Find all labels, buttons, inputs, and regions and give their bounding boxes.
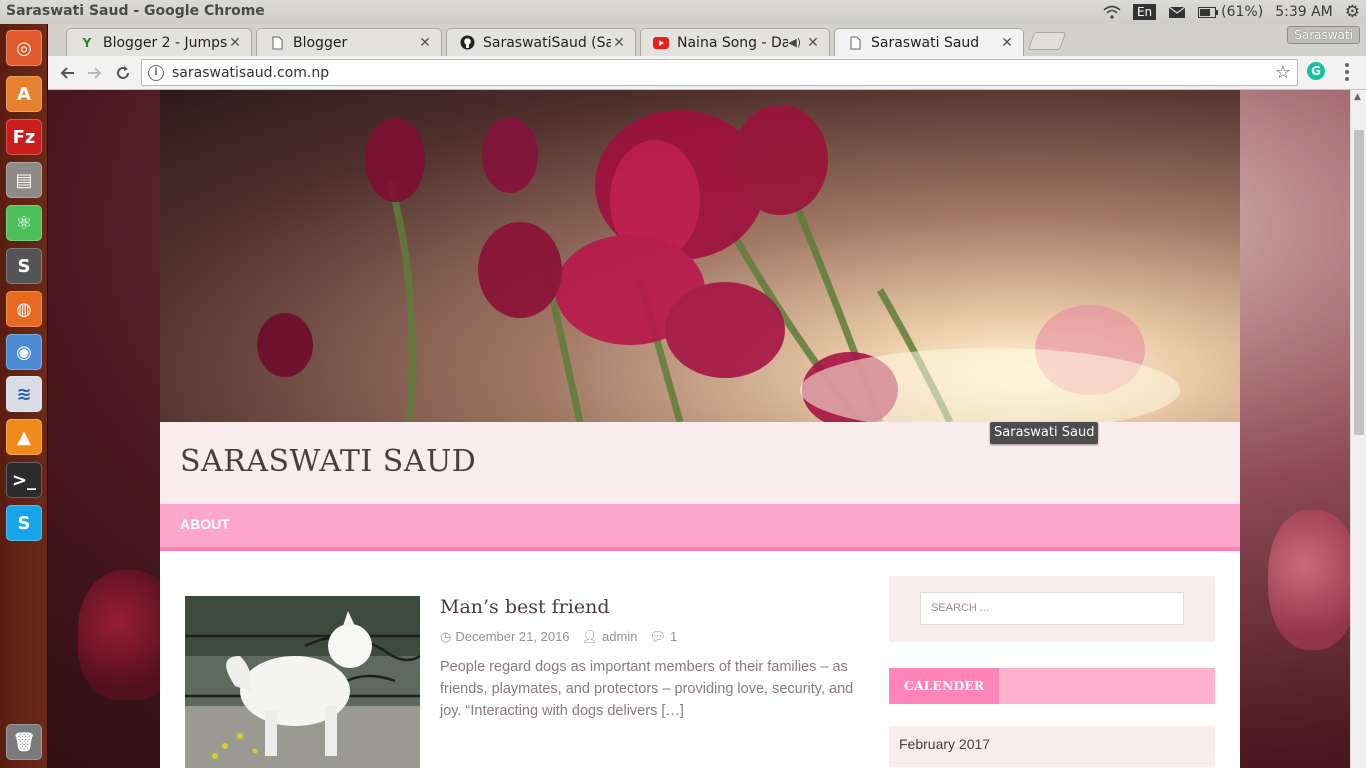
- tab-saraswati-saud[interactable]: Saraswati Saud ✕: [834, 28, 1024, 56]
- tab-label: Blogger 2 - Jumpsta: [103, 34, 227, 51]
- post-excerpt: People regard dogs as important members …: [440, 659, 854, 719]
- title-tooltip: Saraswati Saud: [990, 422, 1099, 444]
- calender-widget-header: CALENDER: [889, 668, 1215, 704]
- page-icon: [269, 35, 285, 51]
- unity-launcher: ◎ A Fz ▤ ⚛ S ◍ ◉ ≋ ▲ >_ S 🗑︎: [0, 24, 48, 768]
- mysql-workbench-icon[interactable]: ≋: [6, 376, 42, 412]
- page-scrollbar[interactable]: ▲: [1350, 90, 1366, 768]
- post-comments[interactable]: 💬︎ 1: [649, 629, 677, 645]
- bookmark-star-icon[interactable]: ☆: [1275, 62, 1291, 83]
- filezilla-icon[interactable]: Fz: [6, 119, 42, 155]
- close-icon[interactable]: ✕: [611, 35, 627, 51]
- profile-button[interactable]: Saraswati: [1287, 26, 1360, 44]
- file-manager-icon[interactable]: ▤: [6, 162, 42, 198]
- nav-about-link[interactable]: ABOUT: [180, 516, 230, 532]
- post-author[interactable]: 👤︎ admin: [582, 629, 638, 645]
- back-button[interactable]: [55, 61, 79, 85]
- keyboard-language-indicator[interactable]: En: [1132, 4, 1157, 20]
- search-input[interactable]: SEARCH ...: [920, 592, 1184, 625]
- terminal-icon[interactable]: >_: [6, 462, 42, 498]
- header-image: [160, 90, 1240, 422]
- calender-label: CALENDER: [889, 668, 1000, 704]
- system-top-bar: Saraswati Saud - Google Chrome En (61%) …: [0, 0, 1366, 24]
- post-date[interactable]: ◷ December 21, 2016: [440, 629, 570, 645]
- close-icon[interactable]: ✕: [227, 35, 243, 51]
- wifi-icon[interactable]: [1103, 5, 1121, 19]
- tab-label: Naina Song - Dan: [677, 34, 789, 51]
- background-flower-right: [1268, 510, 1350, 650]
- system-tray: En (61%) 5:39 AM ⚙: [1103, 2, 1360, 22]
- skype-icon[interactable]: S: [6, 505, 42, 541]
- battery-indicator[interactable]: (61%): [1198, 4, 1263, 20]
- search-widget: SEARCH ...: [889, 576, 1215, 642]
- youtube-icon: [653, 35, 669, 51]
- github-icon: [459, 35, 475, 51]
- close-icon[interactable]: ✕: [417, 35, 433, 51]
- archive-item-february-2017[interactable]: February 2017: [899, 736, 990, 752]
- trash-icon[interactable]: 🗑︎: [6, 724, 42, 760]
- vlc-icon[interactable]: ▲: [6, 419, 42, 455]
- sublime-text-icon[interactable]: S: [6, 248, 42, 284]
- tab-blogger-jumpstart[interactable]: Y Blogger 2 - Jumpsta ✕: [66, 28, 252, 56]
- tab-label: Blogger: [293, 34, 348, 51]
- atom-icon[interactable]: ⚛: [6, 205, 42, 241]
- close-icon[interactable]: ✕: [805, 35, 821, 51]
- forward-button[interactable]: [83, 61, 107, 85]
- close-icon[interactable]: ✕: [999, 35, 1015, 51]
- battery-icon: [1198, 6, 1219, 18]
- post-meta: ◷ December 21, 2016 👤︎ admin 💬︎ 1: [440, 629, 677, 645]
- tab-label: SaraswatiSaud (Sar: [483, 34, 611, 51]
- post-thumbnail[interactable]: [185, 596, 420, 768]
- browser-toolbar: i saraswatisaud.com.np ☆ G: [48, 56, 1366, 90]
- user-icon: 👤︎: [581, 629, 599, 644]
- blogger-icon: Y: [82, 35, 92, 50]
- site-container: SARASWATI SAUD Saraswati Saud ABOUT Man’…: [160, 90, 1240, 768]
- tab-label: Saraswati Saud: [871, 34, 980, 51]
- address-url[interactable]: saraswatisaud.com.np: [172, 65, 1275, 81]
- forward-arrow-icon: [88, 67, 102, 79]
- site-navigation: ABOUT: [160, 504, 1240, 551]
- reload-icon: [117, 66, 129, 79]
- comment-icon: 💬︎: [649, 629, 666, 644]
- speaker-audio-icon[interactable]: ◀): [788, 36, 801, 49]
- reload-button[interactable]: [111, 61, 135, 85]
- back-arrow-icon: [60, 67, 74, 79]
- chrome-icon[interactable]: ◉: [6, 334, 42, 370]
- clock-icon: ◷: [440, 629, 452, 644]
- new-tab-button[interactable]: [1027, 32, 1067, 50]
- tab-youtube-naina-song[interactable]: Naina Song - Dan ◀) ✕: [640, 28, 830, 56]
- scroll-up-arrow-icon[interactable]: ▲: [1354, 92, 1361, 102]
- clock[interactable]: 5:39 AM: [1275, 4, 1333, 20]
- grammarly-extension-icon[interactable]: G: [1307, 62, 1325, 80]
- archive-widget: February 2017: [889, 726, 1215, 768]
- settings-gear-icon[interactable]: ⚙: [1345, 2, 1360, 22]
- post-title-link[interactable]: Man’s best friend: [440, 596, 610, 618]
- tab-blogger[interactable]: Blogger ✕: [256, 28, 442, 56]
- site-info-icon[interactable]: i: [148, 64, 164, 81]
- tab-github[interactable]: SaraswatiSaud (Sar ✕: [446, 28, 636, 56]
- firefox-icon[interactable]: ◍: [6, 291, 42, 327]
- window-title: Saraswati Saud - Google Chrome: [6, 3, 265, 19]
- mail-icon[interactable]: [1168, 6, 1186, 19]
- battery-percent: (61%): [1221, 4, 1264, 20]
- software-center-icon[interactable]: A: [6, 76, 42, 112]
- scrollbar-thumb[interactable]: [1354, 130, 1364, 435]
- browser-tab-strip: Y Blogger 2 - Jumpsta ✕ Blogger ✕ Sarasw…: [48, 24, 1366, 56]
- page-viewport: SARASWATI SAUD Saraswati Saud ABOUT Man’…: [48, 90, 1350, 768]
- address-bar[interactable]: i saraswatisaud.com.np ☆: [141, 59, 1298, 86]
- site-title[interactable]: SARASWATI SAUD: [180, 444, 476, 479]
- chrome-menu-icon[interactable]: [1341, 62, 1353, 82]
- page-icon: [847, 35, 863, 51]
- ubuntu-dash-icon[interactable]: ◎: [6, 30, 42, 66]
